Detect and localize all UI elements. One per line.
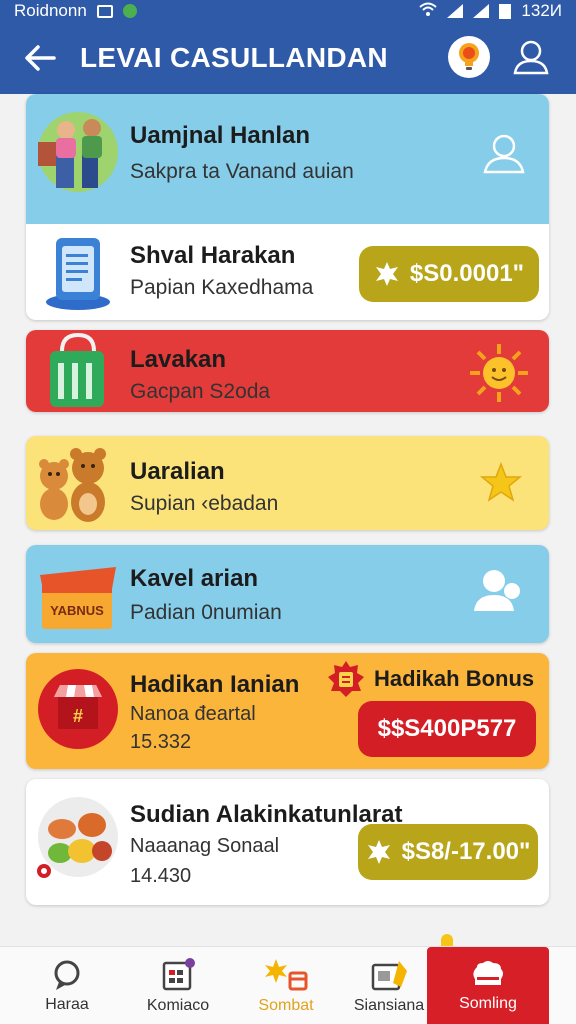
nav-item-somling[interactable]: Somling <box>427 947 549 1024</box>
family-illustration <box>38 112 118 192</box>
nav-item-haraa[interactable]: Haraa <box>22 947 112 1024</box>
card-title: Uaralian <box>130 458 225 485</box>
card-subtitle: Sakpra ta Vanand auian <box>130 160 354 183</box>
nav-label: Somling <box>459 995 517 1012</box>
page-title: LEVAI CASULLANDAN <box>80 42 388 73</box>
user-add-icon[interactable] <box>472 567 522 613</box>
card-detail: 15.332 <box>130 731 192 753</box>
sun-icon <box>470 344 528 402</box>
list-item[interactable]: Sudian Alakinkatunlarat Naaanag Sonaal 1… <box>26 779 549 905</box>
card-subtitle: Supian ‹ebadan <box>130 492 279 515</box>
price-button[interactable]: $$S400P577 <box>358 701 536 757</box>
back-arrow-icon <box>25 45 56 71</box>
list-item[interactable]: # Hadikan Ianian Nanoa đeartal 15.332 Ha… <box>26 653 549 769</box>
star-icon[interactable] <box>480 462 522 502</box>
search-icon <box>54 960 80 990</box>
shop-illustration: # <box>38 669 118 749</box>
list-item[interactable]: Uamjnal Hanlan Sakpra ta Vanand auian Sh… <box>26 94 549 320</box>
card-detail: 14.430 <box>130 865 192 887</box>
back-button[interactable] <box>0 22 80 94</box>
wallet-icon <box>371 961 407 991</box>
status-bar: Roidnonn 132И <box>0 0 576 22</box>
app-bar: LEVAI CASULLANDAN <box>0 22 576 94</box>
chat-icon <box>473 961 503 985</box>
carrier-label: Roidnonn <box>14 1 87 20</box>
price-button[interactable]: $S0.0001" <box>359 246 539 302</box>
nav-item-siansiana[interactable]: Siansiana <box>344 947 434 1024</box>
card-title: Sudian Alakinkatunlarat <box>130 801 403 828</box>
clipboard-illustration <box>46 238 110 310</box>
bonus-box-illustration: YABNUS <box>40 567 116 629</box>
receipt-badge-icon <box>328 661 364 697</box>
gear-badge-icon <box>367 840 390 864</box>
nav-label: Siansiana <box>353 997 425 1014</box>
clock-label: 132И <box>521 1 562 20</box>
nav-item-sombat[interactable]: Sombat <box>238 947 334 1024</box>
svg-text:#: # <box>73 706 83 726</box>
box-label: YABNUS <box>50 603 104 618</box>
lightbulb-button[interactable] <box>448 36 490 78</box>
vegetables-illustration <box>37 797 118 878</box>
list-item[interactable]: Uaralian Supian ‹ebadan <box>26 436 549 530</box>
card-subtitle: Papian Kaxedhama <box>130 276 314 299</box>
app-notification-icon <box>122 4 137 18</box>
card-title: Shval Harakan <box>130 242 296 269</box>
badge-label: Hadikah Bonus <box>374 666 535 691</box>
list-item[interactable]: YABNUS Kavel arian Padian 0numian <box>26 545 549 643</box>
price-label: $S8/-17.00" <box>401 838 531 865</box>
nav-label: Sombat <box>258 997 314 1014</box>
card-header: Uamjnal Hanlan Sakpra ta Vanand auian <box>26 94 549 224</box>
card-subtitle: Gacpan S2oda <box>130 380 271 403</box>
shopping-bag-illustration <box>50 332 104 407</box>
lightbulb-icon <box>459 43 479 70</box>
price-button[interactable]: $S8/-17.00" <box>358 824 538 880</box>
battery-icon <box>499 3 512 19</box>
user-outline-icon[interactable] <box>482 132 526 174</box>
price-label: $S0.0001" <box>409 260 525 287</box>
signal-icon <box>447 4 464 18</box>
notification-icon <box>96 4 113 18</box>
nav-label: Komiaco <box>146 997 210 1014</box>
bottom-nav: Haraa Komiaco Sombat Siansiana Somling <box>0 946 576 1024</box>
bonus-badge: Hadikah Bonus <box>326 659 534 699</box>
user-icon <box>513 40 549 75</box>
price-label: $$S400P577 <box>377 715 517 742</box>
wifi-icon <box>419 1 438 21</box>
card-subtitle: Padian 0numian <box>130 601 282 624</box>
card-subtitle: Naaanag Sonaal <box>130 835 280 857</box>
gear-badge-icon <box>375 262 398 286</box>
bears-illustration <box>39 448 106 522</box>
gift-icon <box>265 959 308 991</box>
calendar-icon <box>162 958 195 991</box>
nav-item-komiaco[interactable]: Komiaco <box>132 947 224 1024</box>
card-title: Hadikan Ianian <box>130 671 300 698</box>
nav-label: Haraa <box>45 996 89 1013</box>
card-title: Uamjnal Hanlan <box>130 122 311 149</box>
card-title: Kavel arian <box>130 565 259 592</box>
profile-button[interactable] <box>510 36 552 78</box>
card-subtitle: Nanoa đeartal <box>130 703 256 725</box>
list-item[interactable]: Lavakan Gacpan S2oda <box>26 330 549 412</box>
signal-icon-2 <box>473 4 490 18</box>
card-title: Lavakan <box>130 346 227 373</box>
